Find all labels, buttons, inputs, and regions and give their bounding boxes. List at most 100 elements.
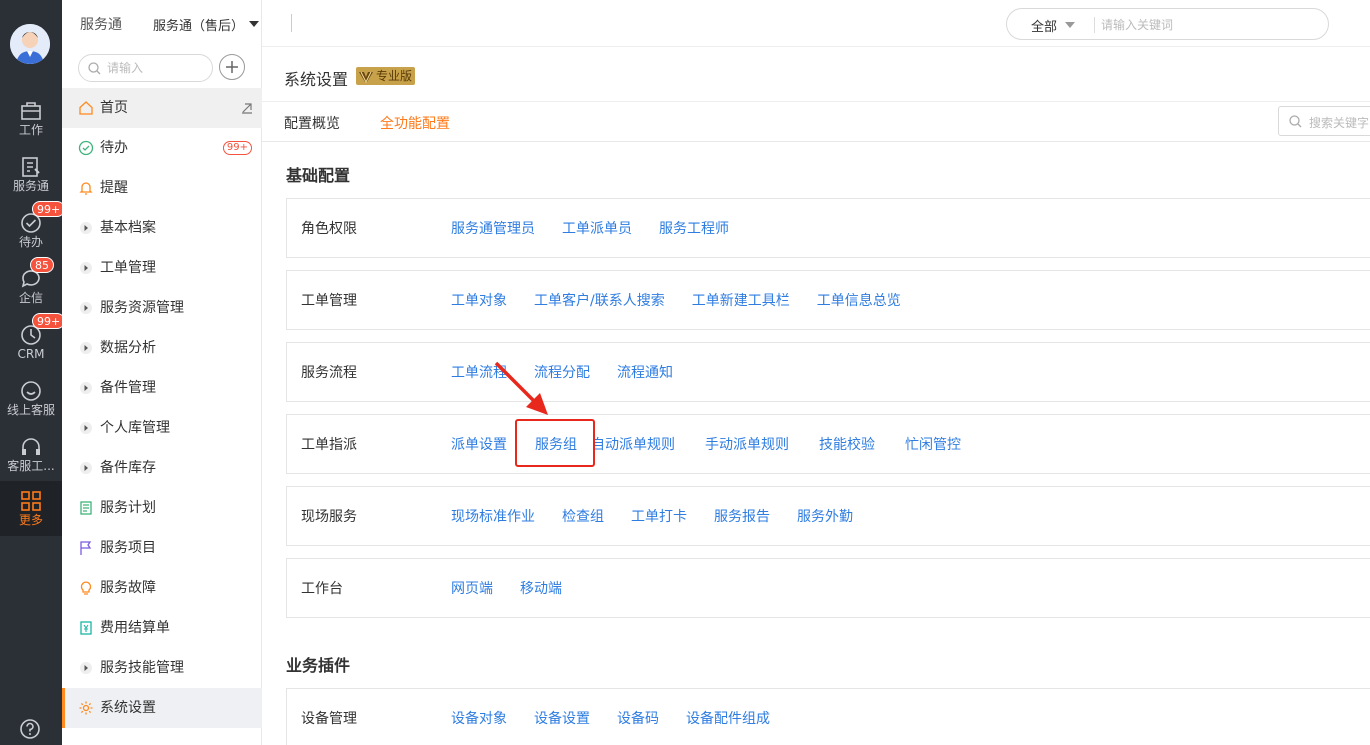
sidebar-item-reminder[interactable]: 提醒	[62, 168, 262, 208]
config-row-flow: 服务流程 工单流程 流程分配 流程通知	[286, 342, 1370, 402]
sidebar-item-basic-archive[interactable]: 基本档案	[62, 208, 262, 248]
sidebar-item-workorder[interactable]: 工单管理	[62, 248, 262, 288]
config-link[interactable]: 工单新建工具栏	[692, 290, 790, 310]
config-row-device: 设备管理 设备对象 设备设置 设备码 设备配件组成	[286, 688, 1370, 745]
yen-icon	[80, 621, 92, 635]
sidebar-item-home[interactable]: 首页	[62, 88, 262, 128]
section-title: 基础配置	[286, 166, 351, 185]
rail-item-label: 线上客服	[6, 403, 55, 417]
todo-badge: 99+	[222, 141, 252, 155]
config-row-workbench: 工作台 网页端 移动端	[286, 558, 1370, 618]
section-title: 业务插件	[286, 656, 351, 675]
avatar-icon	[10, 24, 50, 64]
global-search[interactable]: 全部 请输入关键词	[1006, 8, 1329, 40]
config-link[interactable]: 检查组	[562, 506, 604, 526]
tab-full-config[interactable]: 全功能配置	[380, 113, 450, 144]
rail-item-crm[interactable]: CRM 99+	[0, 313, 66, 375]
user-avatar[interactable]	[10, 24, 50, 64]
sidebar-search-input[interactable]	[107, 59, 207, 77]
sidebar-item-analytics[interactable]: 数据分析	[62, 328, 262, 368]
sidebar-item-label: 备件库存	[100, 460, 156, 476]
config-link[interactable]: 现场标准作业	[451, 506, 535, 526]
divider	[291, 14, 292, 32]
config-link[interactable]: 设备对象	[451, 708, 507, 728]
config-link[interactable]: 自动派单规则	[591, 434, 675, 454]
rail-item-service-desk[interactable]: 客服工...	[0, 431, 62, 487]
rail-item-todo[interactable]: 待办 99+	[0, 201, 66, 263]
sidebar-item-settlement[interactable]: 费用结算单	[62, 608, 262, 648]
search-scope-select[interactable]: 全部	[1031, 16, 1057, 35]
config-link[interactable]: 工单信息总览	[817, 290, 901, 310]
help-icon[interactable]	[19, 718, 41, 740]
sidebar-item-service-fault[interactable]: 服务故障	[62, 568, 262, 608]
rail-item-service[interactable]: 服务通	[0, 151, 62, 207]
rail-item-online-support[interactable]: 线上客服	[0, 375, 62, 431]
config-link[interactable]: 网页端	[451, 578, 493, 598]
sidebar-search[interactable]	[78, 54, 213, 82]
sidebar-item-spare-parts[interactable]: 备件管理	[62, 368, 262, 408]
config-link[interactable]: 流程通知	[617, 362, 673, 382]
sidebar-item-resources[interactable]: 服务资源管理	[62, 288, 262, 328]
sidebar-item-label: 服务故障	[100, 580, 156, 596]
sidebar-item-service-project[interactable]: 服务项目	[62, 528, 262, 568]
config-content: 基础配置 角色权限 服务通管理员 工单派单员 服务工程师 工单管理 工单对象 工单客户…	[262, 142, 1370, 745]
config-link[interactable]: 设备设置	[534, 708, 590, 728]
config-link[interactable]: 手动派单规则	[705, 434, 789, 454]
caret-right-icon	[80, 222, 92, 234]
config-link[interactable]: 服务报告	[714, 506, 770, 526]
open-external-icon[interactable]	[240, 101, 254, 115]
headset-icon	[22, 438, 40, 455]
caret-right-icon	[80, 662, 92, 674]
config-link[interactable]: 派单设置	[451, 434, 507, 454]
page-title: 系统设置	[284, 70, 349, 89]
rail-item-work[interactable]: 工作	[0, 95, 62, 151]
caret-down-icon[interactable]	[249, 20, 259, 28]
left-rail: 工作 服务通 待办 99+ 企信 85 CRM 99+ 线上客服 客服工... …	[0, 0, 66, 745]
config-link[interactable]: 设备配件组成	[686, 708, 770, 728]
config-link[interactable]: 工单客户/联系人搜索	[534, 290, 665, 310]
caret-right-icon	[80, 382, 92, 394]
secondary-sidebar: 服务通 首页 待办 99+ 提醒 基本档案 工单管理	[62, 0, 262, 745]
tabs-bar: 配置概览 全功能配置 搜索关键字	[262, 102, 1370, 144]
sidebar-item-skills[interactable]: 服务技能管理	[62, 648, 262, 688]
config-link[interactable]: 服务外勤	[797, 506, 853, 526]
sidebar-item-personal-stock[interactable]: 个人库管理	[62, 408, 262, 448]
config-link[interactable]: 服务通管理员	[451, 218, 535, 238]
config-search-input[interactable]: 搜索关键字	[1309, 114, 1369, 131]
plus-icon	[226, 61, 238, 73]
gear-icon	[79, 701, 93, 715]
app-switcher-label[interactable]: 服务通（售后）	[153, 15, 244, 34]
sidebar-item-label: 备件管理	[100, 380, 156, 396]
rail-badge: 99+	[32, 313, 66, 329]
row-label: 设备管理	[301, 711, 357, 727]
edition-label: 专业版	[376, 69, 413, 83]
sidebar-item-parts-inventory[interactable]: 备件库存	[62, 448, 262, 488]
tab-overview[interactable]: 配置概览	[284, 113, 340, 142]
sidebar-item-label: 服务项目	[100, 540, 156, 556]
config-link[interactable]: 技能校验	[819, 434, 875, 454]
config-link[interactable]: 工单对象	[451, 290, 507, 310]
caret-right-icon	[80, 462, 92, 474]
config-link[interactable]: 工单派单员	[562, 218, 632, 238]
global-search-input[interactable]: 请输入关键词	[1101, 16, 1301, 33]
sidebar-nav: 首页 待办 99+ 提醒 基本档案 工单管理 服务资源管理 数据分析 备件管理 …	[62, 88, 262, 728]
row-label: 服务流程	[301, 365, 357, 381]
config-link[interactable]: 设备码	[617, 708, 659, 728]
config-search[interactable]: 搜索关键字	[1278, 106, 1370, 136]
rail-item-more[interactable]: 更多	[0, 481, 62, 536]
sidebar-item-service-plan[interactable]: 服务计划	[62, 488, 262, 528]
sidebar-item-system-settings[interactable]: 系统设置	[62, 688, 262, 728]
home-icon	[79, 101, 93, 115]
config-link[interactable]: 忙闲管控	[905, 434, 961, 454]
config-link[interactable]: 服务工程师	[659, 218, 729, 238]
row-label: 角色权限	[301, 221, 357, 237]
config-link[interactable]: 工单打卡	[631, 506, 687, 526]
rail-item-label: 服务通	[12, 179, 49, 193]
bulb-icon	[80, 581, 92, 595]
add-button[interactable]	[219, 54, 245, 80]
sidebar-item-label: 首页	[100, 100, 128, 116]
rail-item-chat[interactable]: 企信 85	[0, 257, 62, 319]
sidebar-item-todo[interactable]: 待办 99+	[62, 128, 262, 168]
rail-item-label: 企信	[18, 291, 43, 305]
config-link[interactable]: 移动端	[520, 578, 562, 598]
